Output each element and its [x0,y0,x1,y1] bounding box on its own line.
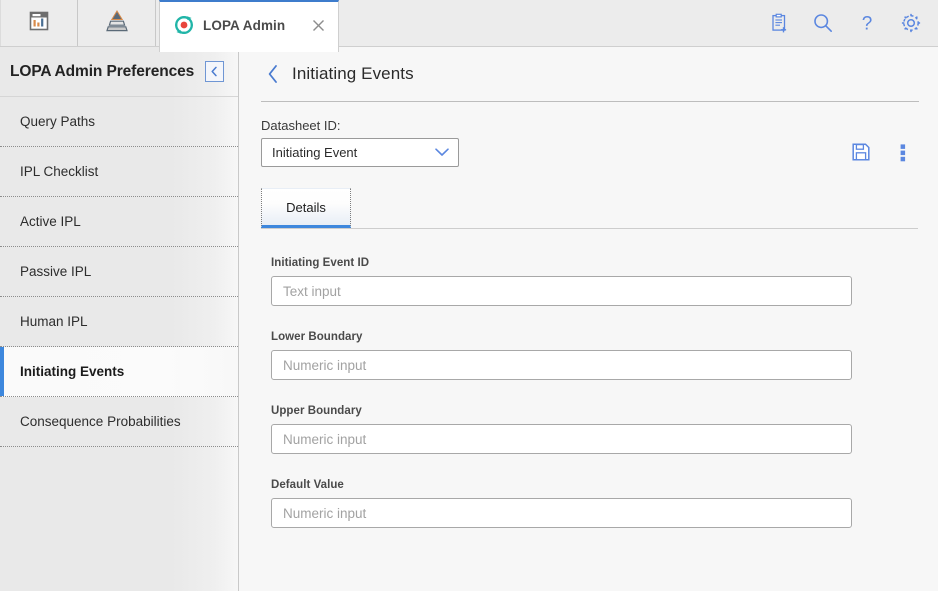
sidebar-item-label: IPL Checklist [20,164,99,179]
sidebar-item-label: Human IPL [20,314,88,329]
sidebar-item-initiating-events[interactable]: Initiating Events [0,347,238,397]
pyramid-icon-button[interactable] [78,0,156,46]
close-icon[interactable] [308,15,328,35]
svg-text:?: ? [862,14,873,35]
save-icon[interactable] [850,141,872,163]
datasheet-select-value: Initiating Event [272,145,358,160]
details-form: Initiating Event ID Text input Lower Bou… [240,229,938,528]
tab-label: Details [286,199,326,215]
sidebar-item-label: Passive IPL [20,264,92,279]
page-header: Initiating Events [240,47,938,101]
app-tab-lopa-admin[interactable]: LOPA Admin [159,0,339,52]
pyramid-icon [104,9,130,38]
new-record-icon[interactable] [766,10,792,36]
lower-boundary-input[interactable]: Numeric input [271,350,852,380]
field-label: Default Value [271,479,344,491]
main-content: Initiating Events Datasheet ID: Initiati… [240,47,938,591]
collapse-panel-button[interactable] [205,61,224,82]
upper-boundary-input[interactable]: Numeric input [271,424,852,454]
help-icon[interactable]: ? [854,10,880,36]
default-value-input[interactable]: Numeric input [271,498,852,528]
sidebar-item-active-ipl[interactable]: Active IPL [0,197,238,247]
top-toolbar-actions: ? [766,0,924,46]
dashboard-icon [28,10,50,37]
field-label: Initiating Event ID [271,257,370,269]
lopa-admin-icon [174,15,194,35]
back-chevron-icon[interactable] [262,63,284,85]
datasheet-selector: Datasheet ID: Initiating Event [261,118,850,167]
sidebar-menu: Query Paths IPL Checklist Active IPL Pas… [0,97,238,447]
page-title: Initiating Events [292,64,414,83]
gear-icon[interactable] [898,10,924,36]
top-toolbar: LOPA Admin ? [0,0,938,52]
field-group-initiating-event-id: Initiating Event ID Text input [271,257,938,306]
datasheet-row: Datasheet ID: Initiating Event [240,102,938,167]
chevron-down-icon [434,144,450,162]
app-window: LOPA Admin ? LOPA Admin Preferences Quer… [0,0,938,591]
sidebar-item-passive-ipl[interactable]: Passive IPL [0,247,238,297]
datasheet-label: Datasheet ID: [261,118,341,133]
dashboard-icon-button[interactable] [0,0,78,46]
sidebar-item-label: Query Paths [20,114,96,129]
app-tab-label: LOPA Admin [203,17,286,33]
datasheet-select[interactable]: Initiating Event [261,138,459,167]
field-label: Upper Boundary [271,405,362,417]
field-label: Lower Boundary [271,331,363,343]
sidebar-header: LOPA Admin Preferences [0,47,238,97]
search-icon[interactable] [810,10,836,36]
tab-details[interactable]: Details [261,188,351,228]
field-group-lower-boundary: Lower Boundary Numeric input [271,331,938,380]
field-group-upper-boundary: Upper Boundary Numeric input [271,405,938,454]
sidebar-item-label: Active IPL [20,214,81,229]
sidebar: LOPA Admin Preferences Query Paths IPL C… [0,47,239,591]
field-group-default-value: Default Value Numeric input [271,479,938,528]
sidebar-item-label: Initiating Events [20,364,125,379]
sidebar-item-query-paths[interactable]: Query Paths [0,97,238,147]
sidebar-title: LOPA Admin Preferences [10,62,195,80]
tab-strip: Details [261,188,918,229]
more-options-icon[interactable] [892,141,914,163]
initiating-event-id-input[interactable]: Text input [271,276,852,306]
sidebar-item-human-ipl[interactable]: Human IPL [0,297,238,347]
datasheet-actions [850,141,914,167]
sidebar-item-consequence-probabilities[interactable]: Consequence Probabilities [0,397,238,447]
sidebar-item-ipl-checklist[interactable]: IPL Checklist [0,147,238,197]
sidebar-item-label: Consequence Probabilities [20,414,181,429]
